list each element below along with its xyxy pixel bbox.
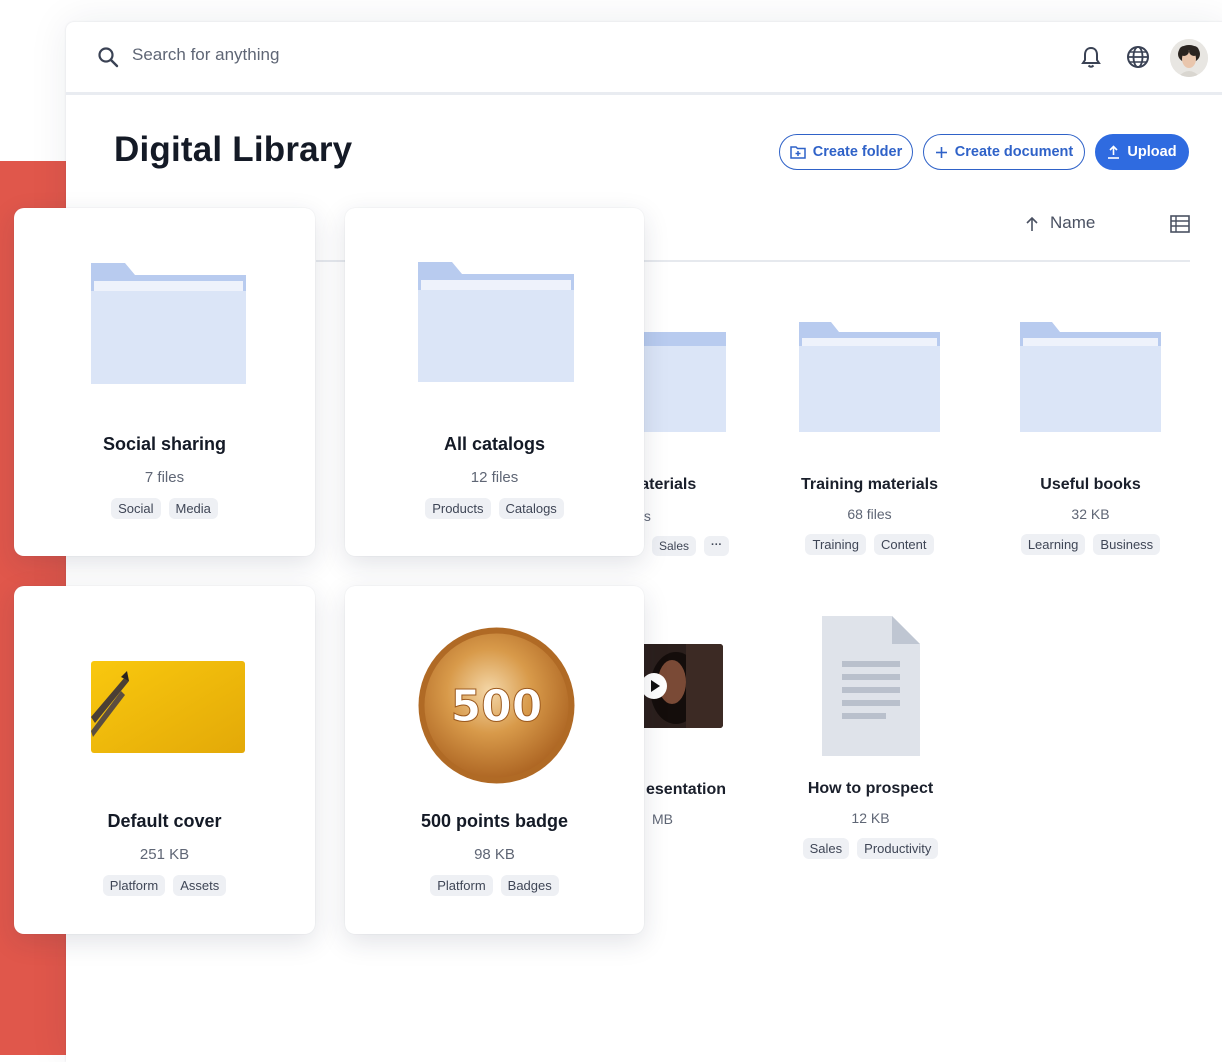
document-icon — [822, 616, 920, 756]
page-title: Digital Library — [114, 130, 353, 169]
plus-icon — [935, 146, 947, 158]
card-social-sharing[interactable]: Social sharing 7 files Social Media — [14, 208, 315, 556]
folder-icon — [799, 322, 940, 432]
card-title: Social sharing — [102, 434, 227, 454]
tag: Productivity — [857, 838, 939, 859]
tag: Assets — [173, 875, 227, 896]
folder-plus-icon — [790, 146, 806, 159]
search-icon[interactable] — [96, 45, 120, 69]
folder-icon — [1020, 322, 1161, 432]
card-meta: 12 files — [470, 469, 519, 486]
create-folder-label: Create folder — [812, 144, 903, 160]
badge-image: 500 — [418, 627, 575, 784]
folder-icon — [91, 263, 246, 384]
card-title: All catalogs — [443, 434, 546, 454]
create-document-button[interactable]: Create document — [923, 134, 1085, 170]
item-meta: 12 KB — [851, 810, 890, 826]
tag: Media — [168, 498, 218, 519]
card-title: 500 points badge — [420, 811, 569, 831]
item-meta: MB — [652, 811, 673, 827]
create-document-label: Create document — [954, 144, 1074, 160]
tag: Catalogs — [498, 498, 564, 519]
sort-by-name[interactable]: Name — [1050, 213, 1095, 233]
list-item[interactable]: How to prospect 12 KB Sales Productivity — [780, 780, 961, 859]
tag: Social — [111, 498, 161, 519]
tag: Badges — [500, 875, 559, 896]
tag: Platform — [102, 875, 166, 896]
sort-ascending-icon[interactable] — [1024, 215, 1040, 233]
list-item[interactable]: esentation MB — [646, 781, 756, 827]
upload-icon — [1108, 145, 1120, 159]
item-name: Training materials — [801, 476, 938, 493]
play-icon[interactable] — [640, 672, 668, 700]
item-name: esentation — [646, 781, 727, 798]
tag: Training — [805, 534, 866, 555]
card-meta: 98 KB — [474, 846, 515, 863]
list-view-icon[interactable] — [1170, 215, 1190, 233]
item-meta: files — [626, 508, 756, 524]
tag: Business — [1093, 534, 1161, 555]
more-tags-icon[interactable]: ··· — [704, 536, 730, 556]
top-bar: Search for anything — [66, 22, 1222, 95]
item-name: materials — [626, 476, 697, 493]
item-name: Useful books — [1040, 476, 1141, 493]
bell-icon[interactable] — [1078, 44, 1104, 70]
item-meta: 68 files — [847, 506, 892, 522]
cover-image — [91, 661, 245, 753]
item-name: How to prospect — [807, 780, 934, 797]
create-folder-button[interactable]: Create folder — [779, 134, 913, 170]
folder-icon — [418, 262, 574, 382]
globe-icon[interactable] — [1125, 44, 1151, 70]
list-item[interactable]: Training materials 68 files Training Con… — [779, 476, 960, 555]
tag: Sales — [802, 838, 850, 859]
card-all-catalogs[interactable]: All catalogs 12 files Products Catalogs — [345, 208, 644, 556]
badge-text: 500 — [451, 681, 543, 732]
tag: Sales — [652, 536, 697, 556]
upload-label: Upload — [1127, 144, 1177, 160]
tag: Products — [425, 498, 491, 519]
list-item[interactable]: materials files Sales ··· — [626, 476, 756, 556]
user-avatar[interactable] — [1170, 39, 1208, 77]
card-500-points-badge[interactable]: 500 500 points badge 98 KB Platform Badg… — [345, 586, 644, 934]
list-item[interactable]: Useful books 32 KB Learning Business — [1000, 476, 1181, 555]
card-meta: 7 files — [144, 469, 185, 486]
tag: Learning — [1020, 534, 1086, 555]
item-meta: 32 KB — [1071, 506, 1110, 522]
tag: Content — [873, 534, 934, 555]
tag: Platform — [430, 875, 493, 896]
search-input[interactable]: Search for anything — [132, 45, 279, 65]
card-title: Default cover — [107, 811, 222, 831]
card-default-cover[interactable]: Default cover 251 KB Platform Assets — [14, 586, 315, 934]
card-meta: 251 KB — [139, 846, 190, 863]
upload-button[interactable]: Upload — [1095, 134, 1189, 170]
